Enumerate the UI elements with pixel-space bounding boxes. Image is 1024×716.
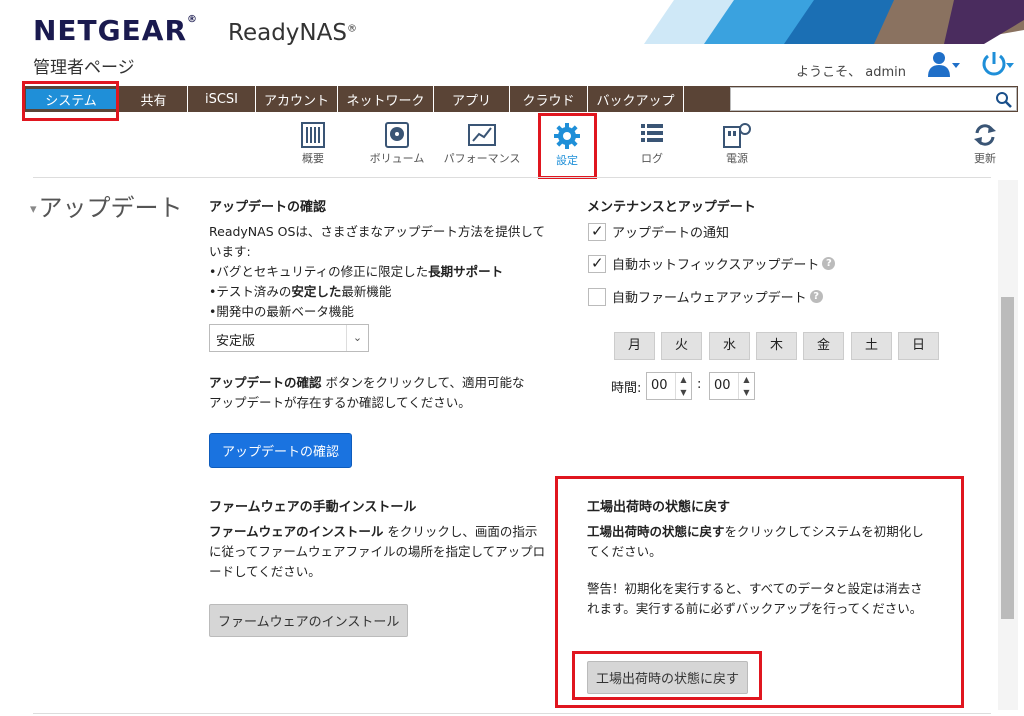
menu-accounts[interactable]: アカウント <box>256 86 338 112</box>
check-update-button[interactable]: アップデートの確認 <box>209 433 353 468</box>
menu-iscsi[interactable]: iSCSI <box>188 86 256 112</box>
time-colon: : <box>697 377 702 392</box>
overview-icon <box>301 122 325 148</box>
welcome-text: ようこそ、 admin <box>796 65 906 80</box>
day-thursday-button[interactable]: 木 <box>756 332 797 360</box>
factory-reset-button[interactable]: 工場出荷時の状態に戻す <box>587 661 749 694</box>
update-channel-select[interactable]: 安定版 ⌄ <box>209 324 369 352</box>
day-wednesday-button[interactable]: 水 <box>709 332 750 360</box>
log-icon <box>641 124 663 142</box>
product-name: ReadyNAS® <box>228 20 357 46</box>
power-menu-icon[interactable] <box>980 51 1014 79</box>
update-check-heading: アップデートの確認 <box>209 200 327 215</box>
subnav-overview[interactable]: 概要 <box>268 122 358 166</box>
chevron-down-icon: ⌄ <box>346 325 368 351</box>
hotfix-row[interactable]: 自動ホットフィックスアップデート ? <box>588 254 836 273</box>
hotfix-checkbox[interactable] <box>588 254 606 273</box>
refresh-icon <box>974 124 996 146</box>
power-outlet-icon <box>723 123 751 148</box>
menu-cloud[interactable]: クラウド <box>510 86 588 112</box>
volume-icon <box>385 122 409 148</box>
update-bullet-stable: •テスト済みの安定した最新機能 <box>209 284 392 299</box>
factory-reset-warning: 警告！初期化を実行すると、すべてのデータと設定は消去されます。実行する前に必ずバ… <box>587 581 923 616</box>
day-tuesday-button[interactable]: 火 <box>661 332 702 360</box>
factory-reset-instruction: 工場出荷時の状態に戻すをクリックしてシステムを初期化してください。 <box>587 524 924 559</box>
menu-network[interactable]: ネットワーク <box>338 86 434 112</box>
day-monday-button[interactable]: 月 <box>614 332 655 360</box>
minute-stepper[interactable]: 00 ▲ ▼ <box>709 372 755 400</box>
gear-icon <box>554 123 580 149</box>
firmware-instruction: ファームウェアのインストール をクリックし、画面の指示に従ってファームウェアファ… <box>209 524 546 579</box>
update-check-intro: ReadyNAS OSは、さまざまなアップデート方法を提供しています: <box>209 224 546 259</box>
help-icon[interactable]: ? <box>809 290 823 303</box>
menu-backup[interactable]: バックアップ <box>588 86 684 112</box>
firmware-heading: ファームウェアの手動インストール <box>209 500 417 515</box>
stepper-arrows-icon[interactable]: ▲ ▼ <box>738 373 754 399</box>
hour-value: 00 <box>651 378 668 393</box>
scrollbar-thumb[interactable] <box>1001 297 1014 619</box>
time-label: 時間: <box>611 381 642 396</box>
search-icon[interactable] <box>995 91 1013 109</box>
bottom-divider <box>33 713 991 714</box>
minute-value: 00 <box>714 378 731 393</box>
firmware-auto-label: 自動ファームウェアアップデート <box>612 291 807 306</box>
subnav-performance[interactable]: パフォーマンス <box>437 122 527 166</box>
maintenance-heading: メンテナンスとアップデート <box>587 200 756 215</box>
day-saturday-button[interactable]: 土 <box>851 332 892 360</box>
subnav-power[interactable]: 電源 <box>692 122 782 166</box>
search-box <box>730 87 1017 111</box>
page-subtitle: 管理者ページ <box>33 58 135 78</box>
section-title-update[interactable]: ▾アップデート <box>30 188 183 223</box>
notify-row[interactable]: アップデートの通知 <box>588 222 729 241</box>
system-subnav: 概要 ボリューム パフォーマンス 設定 ログ 電源 更新 <box>0 122 1024 178</box>
hotfix-label: 自動ホットフィックスアップデート <box>612 258 820 273</box>
subnav-divider <box>33 177 991 178</box>
subnav-settings[interactable]: 設定 <box>522 122 612 168</box>
subnav-refresh[interactable]: 更新 <box>940 122 1024 166</box>
menu-apps[interactable]: アプリ <box>434 86 510 112</box>
header-decoration <box>644 0 1024 44</box>
hour-stepper[interactable]: 00 ▲ ▼ <box>646 372 692 400</box>
install-firmware-button[interactable]: ファームウェアのインストール <box>209 604 409 637</box>
menu-system[interactable]: システム <box>26 89 116 109</box>
search-input[interactable] <box>731 88 1016 110</box>
performance-icon <box>468 124 496 146</box>
factory-reset-heading: 工場出荷時の状態に戻す <box>587 500 731 515</box>
day-friday-button[interactable]: 金 <box>803 332 844 360</box>
user-menu-icon[interactable] <box>928 51 960 79</box>
firmware-auto-row[interactable]: 自動ファームウェアアップデート ? <box>588 287 823 306</box>
update-check-instruction: アップデートの確認 ボタンをクリックして、適用可能なアップデートが存在するか確認… <box>209 375 525 410</box>
day-sunday-button[interactable]: 日 <box>898 332 939 360</box>
update-bullet-lts: •バグとセキュリティの修正に限定した長期サポート <box>209 264 504 279</box>
netgear-logo: NETGEAR® <box>33 14 198 47</box>
stepper-arrows-icon[interactable]: ▲ ▼ <box>675 373 691 399</box>
collapse-triangle-icon: ▾ <box>30 201 37 217</box>
menu-shares[interactable]: 共有 <box>120 86 188 112</box>
main-menu: システム 共有 iSCSI アカウント ネットワーク アプリ クラウド バックア… <box>22 86 1018 112</box>
subnav-logs[interactable]: ログ <box>607 122 697 166</box>
update-bullet-beta: •開発中の最新ベータ機能 <box>209 304 354 319</box>
notify-checkbox[interactable] <box>588 222 606 241</box>
firmware-auto-checkbox[interactable] <box>588 287 606 306</box>
subnav-volumes[interactable]: ボリューム <box>352 122 442 166</box>
notify-label: アップデートの通知 <box>612 226 730 241</box>
help-icon[interactable]: ? <box>822 257 836 270</box>
